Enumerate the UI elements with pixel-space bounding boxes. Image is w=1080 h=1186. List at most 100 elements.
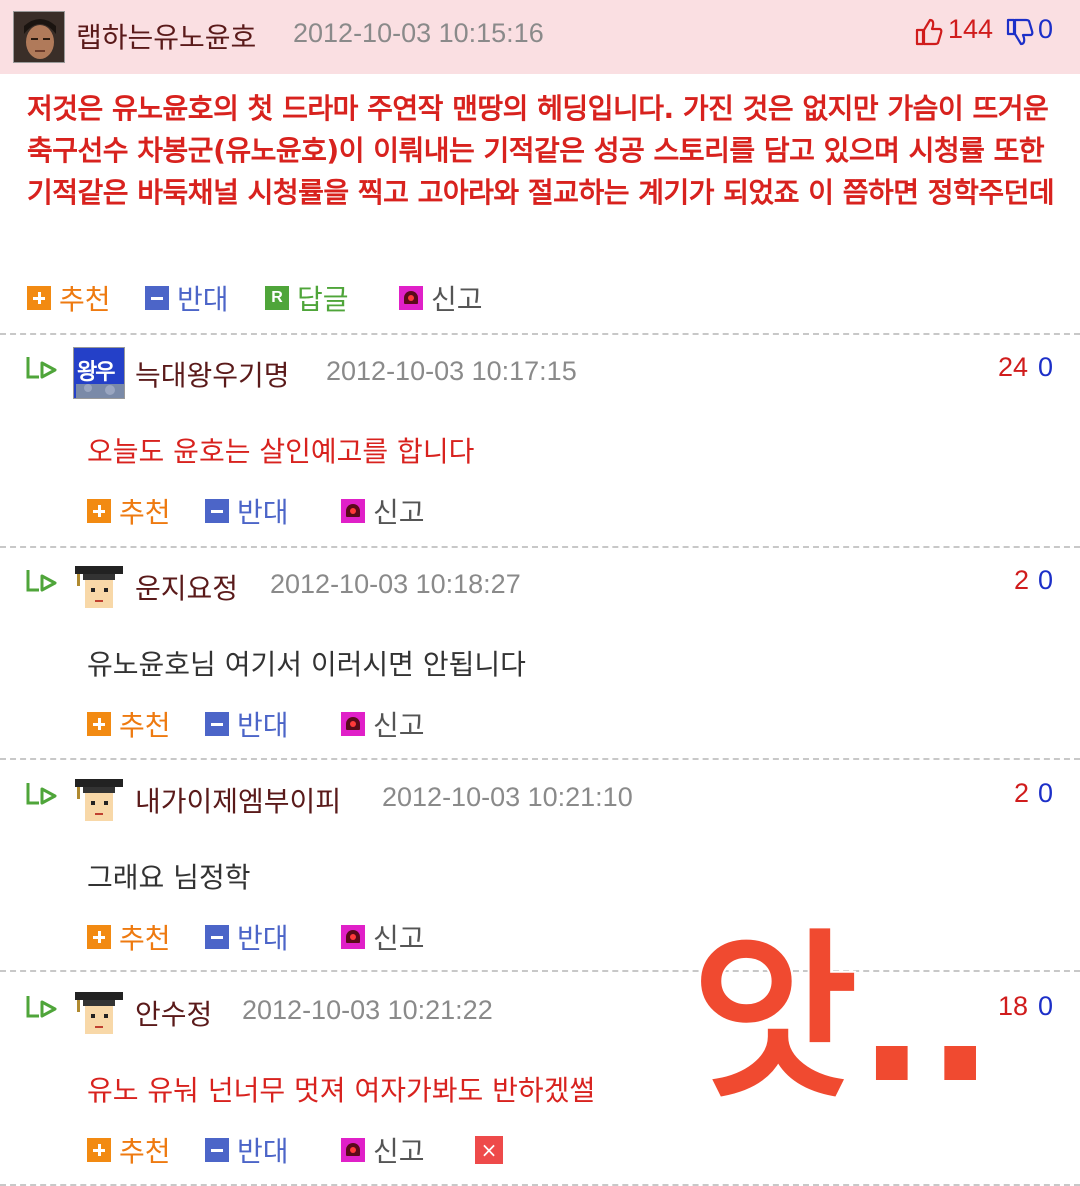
comment-text: 그래요 님정학	[87, 861, 251, 894]
minus-icon	[205, 499, 229, 523]
recommend-button[interactable]: 추천	[27, 280, 111, 316]
avatar[interactable]: 왕우	[73, 347, 125, 399]
author-name[interactable]: 랩하는유노윤호	[76, 16, 256, 56]
oppose-button[interactable]: 반대	[205, 919, 289, 955]
oppose-label: 반대	[177, 283, 229, 316]
recommend-label: 추천	[119, 709, 171, 742]
overlay-sticker: 앗..	[690, 912, 980, 1110]
comment-text: 오늘도 윤호는 살인예고를 합니다	[87, 435, 475, 468]
oppose-label: 반대	[237, 1135, 289, 1168]
close-icon: ×	[480, 1138, 498, 1162]
overlay-text: 앗..	[692, 914, 980, 1110]
siren-icon	[399, 286, 423, 310]
upvote-count: 24	[998, 352, 1029, 382]
plus-icon	[87, 925, 111, 949]
avatar[interactable]	[73, 986, 125, 1038]
oppose-button[interactable]: 반대	[205, 1132, 289, 1168]
minus-icon	[205, 925, 229, 949]
report-button[interactable]: 신고	[341, 919, 425, 955]
post-actions: 추천 반대 R 답글 신고	[27, 280, 547, 316]
oppose-label: 반대	[237, 922, 289, 955]
downvote-count: 0	[1038, 991, 1054, 1021]
avatar[interactable]	[13, 11, 65, 63]
oppose-button[interactable]: 반대	[205, 706, 289, 742]
reply-arrow-icon	[26, 783, 57, 805]
minus-icon	[205, 712, 229, 736]
comment-date: 2012-10-03 10:21:22	[242, 995, 493, 1025]
recommend-button[interactable]: 추천	[87, 1132, 171, 1168]
recommend-button[interactable]: 추천	[87, 919, 171, 955]
upvote-count: 2	[1014, 565, 1030, 595]
upvote-count: 144	[948, 14, 994, 44]
comment-text: 유노 유눠 넌너무 멋져 여자가봐도 반하겠썰	[87, 1074, 596, 1107]
comment-actions: 추천 반대 신고	[87, 493, 447, 529]
recommend-label: 추천	[119, 1135, 171, 1168]
comment-actions: 추천 반대 신고	[87, 919, 447, 955]
minus-icon	[205, 1138, 229, 1162]
report-label: 신고	[373, 1135, 425, 1168]
report-label: 신고	[373, 922, 425, 955]
plus-icon	[87, 499, 111, 523]
upvote-count: 18	[998, 991, 1029, 1021]
avatar-photo	[14, 12, 64, 62]
reply-arrow-icon	[26, 357, 57, 379]
report-button[interactable]: 신고	[341, 706, 425, 742]
recommend-button[interactable]: 추천	[87, 706, 171, 742]
post-header: 랩하는유노윤호 2012-10-03 10:15:16 144 0	[0, 0, 1080, 74]
plus-icon	[87, 712, 111, 736]
graduate-avatar-icon	[73, 773, 125, 825]
post-body: 저것은 유노윤호의 첫 드라마 주연작 맨땅의 헤딩입니다. 가진 것은 없지만…	[27, 92, 1055, 209]
reply-arrow-icon	[26, 570, 57, 592]
plus-icon	[27, 286, 51, 310]
minus-icon	[145, 286, 169, 310]
comment-author[interactable]: 내가이제엠부이피	[135, 780, 341, 820]
reply-icon: R	[265, 286, 289, 310]
avatar[interactable]	[73, 773, 125, 825]
comment-text: 유노윤호님 여기서 이러시면 안됩니다	[87, 648, 526, 681]
oppose-button[interactable]: 반대	[205, 493, 289, 529]
divider	[0, 333, 1080, 335]
comment-date: 2012-10-03 10:18:27	[270, 569, 521, 599]
oppose-label: 반대	[237, 709, 289, 742]
recommend-label: 추천	[119, 922, 171, 955]
plus-icon	[87, 1138, 111, 1162]
downvote-count: 0	[1038, 14, 1054, 44]
graduate-avatar-icon	[73, 986, 125, 1038]
comment-author[interactable]: 안수정	[135, 993, 212, 1033]
thumbs-up-icon[interactable]	[914, 17, 944, 47]
oppose-label: 반대	[237, 496, 289, 529]
report-button[interactable]: 신고	[399, 280, 483, 316]
report-label: 신고	[431, 283, 483, 316]
report-label: 신고	[373, 709, 425, 742]
reply-button[interactable]: R 답글	[265, 280, 349, 316]
avatar[interactable]	[73, 560, 125, 612]
divider	[0, 546, 1080, 548]
siren-icon	[341, 712, 365, 736]
report-button[interactable]: 신고	[341, 493, 425, 529]
oppose-button[interactable]: 반대	[145, 280, 229, 316]
downvote-count: 0	[1038, 565, 1054, 595]
comment-actions: 추천 반대 신고	[87, 706, 447, 742]
report-button[interactable]: 신고	[341, 1132, 425, 1168]
reply-arrow-icon	[26, 996, 57, 1018]
avatar-text: 왕우	[77, 360, 116, 385]
siren-icon	[341, 499, 365, 523]
graduate-avatar-icon	[73, 560, 125, 612]
siren-icon	[341, 1138, 365, 1162]
divider	[0, 758, 1080, 760]
recommend-button[interactable]: 추천	[87, 493, 171, 529]
recommend-label: 추천	[119, 496, 171, 529]
comment-actions: 추천 반대 신고	[87, 1132, 527, 1168]
recommend-label: 추천	[59, 283, 111, 316]
comment-date: 2012-10-03 10:17:15	[326, 356, 577, 386]
report-label: 신고	[373, 496, 425, 529]
comment-author[interactable]: 운지요정	[135, 567, 238, 607]
reply-label: 답글	[297, 283, 349, 316]
post-date: 2012-10-03 10:15:16	[293, 18, 544, 48]
comment-date: 2012-10-03 10:21:10	[382, 782, 633, 812]
thumbs-down-icon[interactable]	[1005, 17, 1035, 47]
delete-comment-button[interactable]: ×	[475, 1136, 503, 1164]
downvote-count: 0	[1038, 778, 1054, 808]
comment-author[interactable]: 늑대왕우기명	[135, 354, 290, 394]
upvote-count: 2	[1014, 778, 1030, 808]
